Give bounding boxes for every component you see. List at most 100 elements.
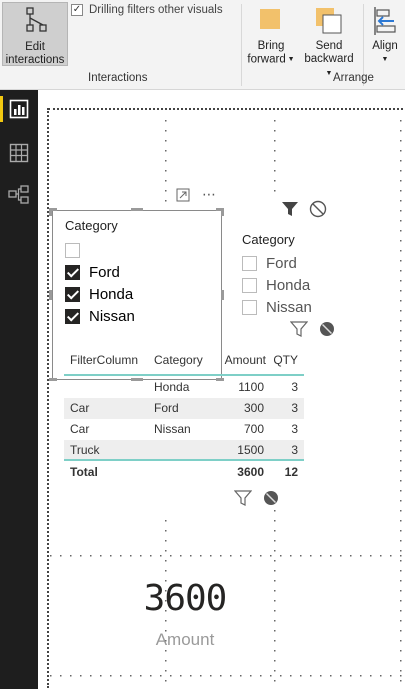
table-row[interactable]: Honda 1100 3 — [64, 377, 304, 398]
ribbon: Edit interactions ✓ Drilling filters oth… — [0, 0, 405, 90]
dropdown-caret-icon: ▼ — [285, 56, 295, 63]
filter-icon[interactable] — [289, 321, 309, 342]
filter-icon-selected[interactable] — [281, 201, 299, 222]
edit-interactions-icon — [26, 7, 47, 32]
dropdown-caret-icon: ▼ — [325, 70, 333, 77]
visual-header-focus-icon[interactable] — [176, 188, 190, 207]
checkbox-unchecked-icon — [242, 255, 257, 271]
model-view-button[interactable] — [0, 178, 38, 212]
slicer-item-label: Nissan — [89, 307, 135, 325]
view-sidebar — [0, 90, 38, 689]
send-backward-label-2: backward — [304, 53, 354, 65]
table-cell: 3 — [291, 380, 298, 394]
table-cell: Nissan — [154, 422, 191, 436]
resize-handle[interactable] — [49, 290, 52, 300]
resize-handle[interactable] — [49, 208, 52, 216]
table-cell: 1100 — [238, 380, 264, 394]
send-backward-icon — [316, 8, 342, 34]
checkbox-unchecked-icon — [242, 299, 257, 315]
slicer-title: Category — [65, 218, 118, 233]
align-label: Align — [372, 40, 398, 52]
table-cell: 12 — [284, 465, 298, 479]
report-view-button[interactable] — [0, 92, 38, 126]
filter-icon[interactable] — [233, 490, 253, 511]
ribbon-divider — [241, 4, 242, 86]
slicer-item-blank[interactable] — [65, 239, 135, 261]
edit-interactions-label-2: interactions — [5, 54, 65, 66]
slicer-item-nissan[interactable]: Nissan — [65, 305, 135, 327]
slicer-item-label: Nissan — [266, 298, 312, 316]
table-cell: Truck — [70, 443, 100, 457]
checkbox-checked-icon: ✓ — [71, 4, 83, 16]
interactions-group-title: Interactions — [88, 72, 148, 84]
slicer-title: Category — [242, 232, 295, 247]
table-cell: 300 — [243, 401, 264, 415]
arrange-group-title: Arrange — [333, 72, 374, 84]
resize-handle[interactable] — [131, 208, 143, 211]
slicer-item-nissan[interactable]: Nissan — [242, 296, 312, 318]
column-header[interactable]: FilterColumn — [70, 353, 138, 367]
none-icon-selected[interactable] — [319, 321, 335, 342]
resize-handle[interactable] — [221, 290, 224, 300]
resize-handle[interactable] — [49, 378, 57, 381]
slicer-item-label: Ford — [89, 263, 120, 281]
card-label: Amount — [155, 630, 215, 649]
slicer-item-label: Ford — [266, 254, 297, 272]
align-button[interactable]: Align ▼ — [366, 2, 404, 66]
table-cell: 3 — [291, 401, 298, 415]
model-view-icon — [8, 185, 29, 204]
dropdown-caret-icon: ▼ — [381, 56, 389, 63]
bring-forward-label-2: forward — [247, 53, 286, 66]
send-backward-label-1: Send — [315, 40, 343, 52]
table-total-row: Total 3600 12 — [64, 462, 304, 483]
category-slicer[interactable]: Category Ford Honda Nissan — [240, 228, 360, 318]
bring-forward-icon — [260, 9, 280, 29]
table-cell: 3600 — [237, 465, 264, 479]
bring-forward-button[interactable]: Bring forward ▼ — [244, 2, 298, 66]
active-view-indicator — [0, 96, 3, 122]
table-row[interactable]: Truck 1500 3 — [64, 440, 304, 461]
table-cell: 700 — [243, 422, 264, 436]
data-view-icon — [9, 143, 29, 163]
slicer-item-ford[interactable]: Ford — [65, 261, 135, 283]
slicer-item-honda[interactable]: Honda — [242, 274, 312, 296]
table-cell: Ford — [154, 401, 179, 415]
slicer-item-ford[interactable]: Ford — [242, 252, 312, 274]
checkbox-checked-icon — [65, 264, 80, 280]
align-icon — [374, 7, 396, 35]
send-backward-button[interactable]: Send backward ▼ — [300, 2, 358, 77]
column-header[interactable]: Amount — [225, 353, 266, 367]
page-boundary — [47, 108, 49, 688]
more-options-icon[interactable]: ⋯ — [202, 186, 217, 203]
column-header[interactable]: Category — [154, 353, 203, 367]
checkbox-unchecked-icon — [65, 242, 80, 258]
slicer-item-honda[interactable]: Honda — [65, 283, 135, 305]
table-cell: Car — [70, 422, 90, 436]
table-cell: Car — [70, 401, 90, 415]
none-icon[interactable] — [309, 200, 327, 223]
column-header[interactable]: QTY — [273, 353, 298, 367]
checkbox-unchecked-icon — [242, 277, 257, 293]
card-value: 3600 — [143, 578, 228, 619]
resize-handle[interactable] — [221, 208, 224, 216]
drilling-filters-checkbox[interactable]: ✓ Drilling filters other visuals — [71, 4, 223, 16]
checkbox-checked-icon — [65, 308, 80, 324]
slicer-item-label: Honda — [266, 276, 311, 294]
table-row[interactable]: Car Nissan 700 3 — [64, 419, 304, 440]
data-view-button[interactable] — [0, 136, 38, 170]
table-row[interactable]: Car Ford 300 3 — [64, 398, 304, 419]
checkbox-checked-icon — [65, 286, 80, 302]
report-view-icon — [9, 99, 29, 119]
table-cell: Honda — [154, 380, 190, 394]
none-icon-selected[interactable] — [263, 490, 279, 511]
table-header: FilterColumn Category Amount QTY — [64, 346, 304, 376]
bring-forward-label-1: Bring — [257, 40, 285, 52]
table-cell: Total — [70, 465, 98, 479]
edit-interactions-button[interactable]: Edit interactions — [2, 2, 68, 66]
edit-interactions-label-1: Edit — [25, 41, 45, 53]
table-cell: 1500 — [237, 443, 264, 457]
slicer-item-label: Honda — [89, 285, 134, 303]
page-boundary — [48, 108, 403, 110]
table-cell: 3 — [291, 422, 298, 436]
drilling-filters-label: Drilling filters other visuals — [89, 4, 223, 16]
